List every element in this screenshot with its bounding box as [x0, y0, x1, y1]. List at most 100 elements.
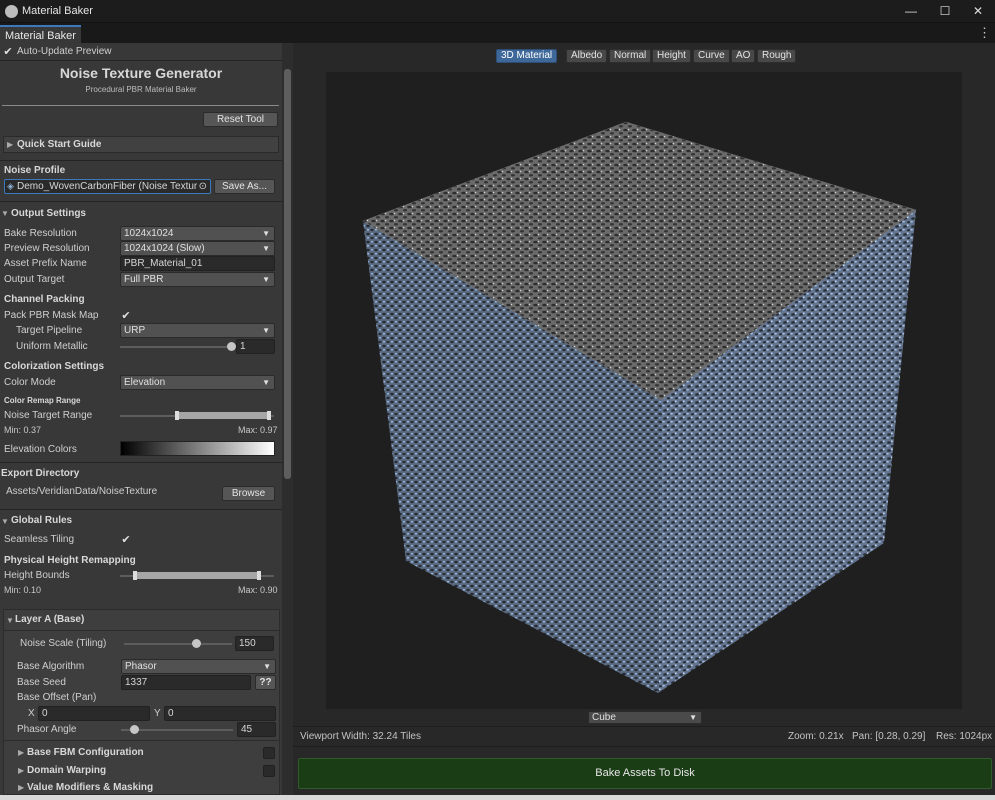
range-min-handle[interactable]	[174, 411, 179, 420]
modifiers-foldout[interactable]: ▶ Value Modifiers & Masking	[4, 779, 286, 795]
output-target-label: Output Target	[4, 274, 65, 285]
domain-warping-checkbox[interactable]	[263, 765, 275, 777]
tab-material-baker[interactable]: Material Baker	[0, 25, 81, 43]
noise-scale-label: Noise Scale (Tiling)	[20, 638, 107, 649]
layer-a-title[interactable]: Layer A (Base)	[15, 614, 84, 625]
auto-update-checkbox[interactable]: ✔	[2, 46, 14, 58]
dropdown-arrow-icon: ▼	[262, 378, 270, 387]
dropdown-arrow-icon: ▼	[262, 244, 270, 253]
export-directory-title: Export Directory	[1, 468, 80, 479]
range-min-handle[interactable]	[133, 571, 138, 580]
maximize-button[interactable]: ☐	[928, 0, 962, 23]
tab-3d-material[interactable]: 3D Material	[496, 49, 558, 63]
app-icon	[5, 5, 18, 18]
pack-mask-label: Pack PBR Mask Map	[4, 310, 99, 321]
dropdown-arrow-icon: ▼	[262, 326, 270, 335]
bake-resolution-label: Bake Resolution	[4, 228, 77, 239]
divider	[0, 462, 282, 463]
offset-x-input[interactable]: 0	[38, 706, 150, 721]
noise-range-max: Max: 0.97	[238, 425, 278, 435]
tab-normal[interactable]: Normal	[609, 49, 652, 63]
output-settings-title[interactable]: Output Settings	[11, 208, 86, 219]
height-bounds-fill[interactable]	[135, 572, 259, 579]
layer-a-panel: ▼ Layer A (Base) Noise Scale (Tiling) 15…	[3, 609, 280, 795]
random-seed-button[interactable]: ??	[255, 675, 276, 690]
range-max-handle[interactable]	[267, 411, 272, 420]
object-picker-icon[interactable]: ⊙	[196, 180, 207, 193]
reset-tool-button[interactable]: Reset Tool	[203, 112, 278, 127]
taskbar-strip	[0, 795, 995, 800]
kebab-menu-icon[interactable]: ⋮	[978, 25, 991, 41]
chevron-down-icon: ▼	[1, 209, 9, 218]
offset-y-input[interactable]: 0	[164, 706, 276, 721]
noise-scale-slider-thumb[interactable]	[192, 639, 202, 648]
tab-curve[interactable]: Curve	[693, 49, 730, 63]
bake-assets-button[interactable]: Bake Assets To Disk	[298, 758, 992, 789]
bake-resolution-dropdown[interactable]: 1024x1024 ▼	[120, 226, 275, 241]
modifiers-label: Value Modifiers & Masking	[27, 782, 154, 793]
color-mode-row: Color Mode Elevation ▼	[0, 374, 282, 392]
noise-scale-input[interactable]: 150	[235, 636, 274, 651]
global-rules-title[interactable]: Global Rules	[11, 515, 72, 526]
fbm-foldout[interactable]: ▶ Base FBM Configuration	[4, 744, 286, 762]
save-as-button[interactable]: Save As...	[214, 179, 275, 194]
domain-warping-foldout[interactable]: ▶ Domain Warping	[4, 762, 286, 780]
offset-x-label: X	[28, 708, 35, 719]
noise-target-range-label: Noise Target Range	[4, 410, 93, 421]
uniform-metallic-label: Uniform Metallic	[16, 341, 88, 352]
uniform-metallic-slider[interactable]	[120, 346, 232, 348]
uniform-metallic-input[interactable]: 1	[236, 339, 275, 354]
header-divider	[2, 105, 279, 106]
divider	[0, 509, 282, 510]
inspector-scrollbar[interactable]	[282, 43, 293, 795]
mesh-select-dropdown[interactable]: Cube ▼	[588, 711, 702, 724]
base-offset-label: Base Offset (Pan)	[17, 692, 97, 703]
elevation-gradient-field[interactable]	[120, 441, 275, 456]
tab-rough[interactable]: Rough	[757, 49, 797, 63]
browse-button[interactable]: Browse	[222, 486, 275, 501]
asset-prefix-input[interactable]: PBR_Material_01	[120, 256, 275, 271]
tool-title: Noise Texture Generator	[59, 65, 223, 81]
noise-profile-field[interactable]: ◈ Demo_WovenCarbonFiber (Noise Texture ⊙	[4, 179, 211, 194]
base-algorithm-dropdown[interactable]: Phasor ▼	[121, 659, 276, 674]
domain-warping-label: Domain Warping	[27, 765, 107, 776]
elevation-colors-row: Elevation Colors	[0, 441, 282, 459]
dropdown-arrow-icon: ▼	[262, 229, 270, 238]
noise-target-range-fill[interactable]	[176, 412, 270, 419]
noise-profile-title: Noise Profile	[4, 165, 66, 176]
seamless-tiling-label: Seamless Tiling	[4, 534, 75, 545]
quick-start-label: Quick Start Guide	[17, 139, 102, 150]
divider	[0, 160, 282, 161]
height-bounds-max: Max: 0.90	[238, 585, 278, 595]
minimize-button[interactable]: —	[894, 0, 928, 23]
chevron-right-icon: ▶	[7, 140, 14, 149]
close-button[interactable]: ✕	[961, 0, 995, 23]
auto-update-label: Auto-Update Preview	[17, 46, 112, 57]
tab-albedo[interactable]: Albedo	[566, 49, 608, 63]
seamless-tiling-checkbox[interactable]: ✔	[120, 534, 132, 546]
tab-height[interactable]: Height	[652, 49, 691, 63]
fbm-enable-checkbox[interactable]	[263, 747, 275, 759]
preview-resolution-value: 1024x1024 (Slow)	[124, 243, 205, 254]
output-target-row: Output Target Full PBR ▼	[0, 271, 282, 289]
tab-ao[interactable]: AO	[731, 49, 756, 63]
output-target-dropdown[interactable]: Full PBR ▼	[120, 272, 275, 287]
chevron-down-icon: ▼	[6, 616, 14, 625]
uniform-metallic-slider-thumb[interactable]	[227, 342, 236, 351]
base-seed-input[interactable]: 1337	[121, 675, 251, 690]
range-max-handle[interactable]	[256, 571, 261, 580]
phasor-angle-input[interactable]: 45	[237, 722, 276, 737]
dropdown-arrow-icon: ▼	[262, 275, 270, 284]
phasor-angle-slider-thumb[interactable]	[130, 725, 139, 734]
auto-update-row: ✔ Auto-Update Preview	[0, 43, 282, 61]
asset-prefix-label: Asset Prefix Name	[4, 258, 87, 269]
scrollbar-thumb[interactable]	[284, 69, 291, 479]
quick-start-foldout[interactable]: ▶ Quick Start Guide	[3, 136, 279, 153]
preview-resolution-dropdown[interactable]: 1024x1024 (Slow) ▼	[120, 241, 275, 256]
target-pipeline-dropdown[interactable]: URP ▼	[120, 323, 275, 338]
pack-mask-checkbox[interactable]: ✔	[120, 310, 132, 322]
3d-viewport[interactable]	[326, 72, 962, 709]
pan-status: Pan: [0.28, 0.29]	[852, 731, 926, 742]
noise-scale-slider[interactable]	[124, 643, 232, 645]
color-mode-dropdown[interactable]: Elevation ▼	[120, 375, 275, 390]
